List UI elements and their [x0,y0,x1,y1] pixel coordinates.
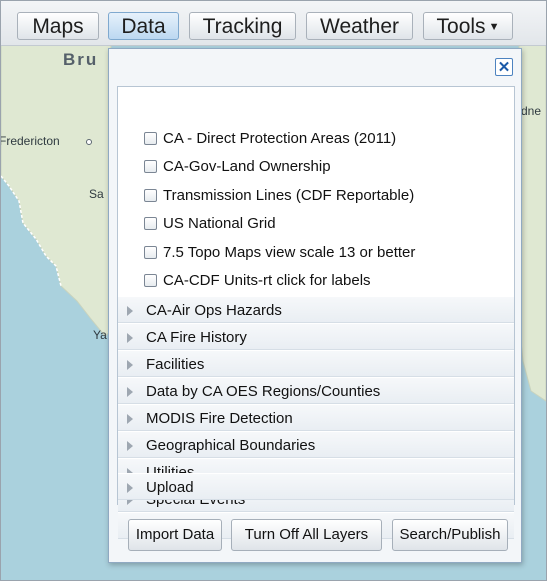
map-label-city: Fredericton [0,134,60,148]
tab-tools-label: Tools [436,15,486,38]
folder-row[interactable]: Data by CA OES Regions/Counties [118,377,514,404]
data-layers-panel: ✕ CA - Direct Protection Areas (2011) CA… [108,48,522,563]
layer-checkbox-row[interactable]: CA - Direct Protection Areas (2011) [144,128,396,150]
folder-row[interactable]: MODIS Fire Detection [118,404,514,431]
checkbox[interactable] [144,274,157,287]
tab-maps[interactable]: Maps [17,12,99,40]
layer-checkbox-row[interactable]: CA-CDF Units-rt click for labels [144,270,371,292]
layer-label: CA-Gov-Land Ownership [163,158,331,175]
folder-label: Upload [146,479,194,496]
expand-arrow-icon[interactable] [127,333,133,343]
map-label-province: Bru [63,50,99,69]
checkbox[interactable] [144,160,157,173]
checkbox[interactable] [144,189,157,202]
top-toolbar: Maps Data Tracking Weather Tools ▼ [1,1,546,46]
checkbox[interactable] [144,246,157,259]
expand-arrow-icon[interactable] [127,387,133,397]
folder-row[interactable]: Geographical Boundaries [118,431,514,458]
layer-checkbox-row[interactable]: 7.5 Topo Maps view scale 13 or better [144,242,415,264]
layer-label: 7.5 Topo Maps view scale 13 or better [163,244,416,261]
layer-label: Transmission Lines (CDF Reportable) [163,187,415,204]
layer-checkbox-row[interactable]: Transmission Lines (CDF Reportable) [144,185,414,207]
folder-label: Geographical Boundaries [146,437,316,454]
expand-arrow-icon[interactable] [127,360,133,370]
tab-tools[interactable]: Tools ▼ [423,12,513,40]
layer-label: CA-CDF Units-rt click for labels [163,272,371,289]
expand-arrow-icon[interactable] [127,483,133,493]
folder-row[interactable]: Facilities [118,350,514,377]
map-label-town: Sa [89,187,104,201]
layer-checkbox-row[interactable]: US National Grid [144,213,276,235]
folder-label: CA-Air Ops Hazards [146,302,282,319]
expand-arrow-icon[interactable] [127,414,133,424]
expand-arrow-icon[interactable] [127,306,133,316]
tab-data[interactable]: Data [108,12,179,40]
import-data-button[interactable]: Import Data [128,519,222,551]
folder-row[interactable]: CA-Air Ops Hazards [118,296,514,323]
map-label-edge: dne [521,104,542,118]
layer-list: CA - Direct Protection Areas (2011) CA-G… [117,86,515,539]
tab-weather[interactable]: Weather [306,12,413,40]
folder-row[interactable]: Upload [118,473,514,500]
expand-arrow-icon[interactable] [127,441,133,451]
checkbox[interactable] [144,132,157,145]
close-icon[interactable]: ✕ [495,58,513,76]
map-label-town: Ya [93,328,107,342]
folder-label: Data by CA OES Regions/Counties [146,383,381,400]
layer-checkbox-row[interactable]: CA-Gov-Land Ownership [144,156,331,178]
folder-label: Facilities [146,356,205,373]
folder-label: MODIS Fire Detection [146,410,293,427]
layer-label: US National Grid [163,215,276,232]
checkbox[interactable] [144,217,157,230]
app-window: Bru Fredericton Sa Ya dne Maps Data Trac… [0,0,547,581]
search-publish-button[interactable]: Search/Publish [392,519,508,551]
layer-label: CA - Direct Protection Areas (2011) [163,130,397,147]
turn-off-all-layers-button[interactable]: Turn Off All Layers [231,519,382,551]
folder-label: CA Fire History [146,329,247,346]
folder-row[interactable]: CA Fire History [118,323,514,350]
tab-tracking[interactable]: Tracking [189,12,296,40]
chevron-down-icon: ▼ [488,21,500,34]
